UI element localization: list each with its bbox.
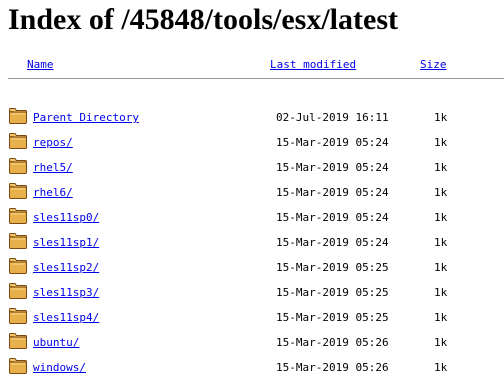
column-header-last-modified[interactable]: Last modified <box>270 58 356 71</box>
last-modified: 15-Mar-2019 05:24 <box>276 161 389 174</box>
file-size: 1k <box>434 136 448 149</box>
directory-link[interactable]: sles11sp3/ <box>33 286 99 299</box>
folder-icon <box>8 157 28 175</box>
last-modified: 15-Mar-2019 05:25 <box>276 311 389 324</box>
file-size: 1k <box>434 236 448 249</box>
folder-icon <box>8 307 28 325</box>
page-title: Index of /45848/tools/esx/latest <box>8 3 398 36</box>
last-modified: 15-Mar-2019 05:25 <box>276 261 389 274</box>
header-divider <box>8 78 504 79</box>
file-size: 1k <box>434 286 448 299</box>
list-item: sles11sp2/ 15-Mar-2019 05:25 1k <box>0 257 504 277</box>
file-size: 1k <box>434 336 448 349</box>
directory-link[interactable]: Parent Directory <box>33 111 139 124</box>
last-modified: 15-Mar-2019 05:24 <box>276 211 389 224</box>
file-size: 1k <box>434 186 448 199</box>
list-item: rhel5/ 15-Mar-2019 05:24 1k <box>0 157 504 177</box>
folder-icon <box>8 132 28 150</box>
file-size: 1k <box>434 211 448 224</box>
file-size: 1k <box>434 311 448 324</box>
last-modified: 15-Mar-2019 05:26 <box>276 361 389 374</box>
list-item: repos/ 15-Mar-2019 05:24 1k <box>0 132 504 152</box>
column-header-name[interactable]: Name <box>27 58 54 71</box>
directory-link[interactable]: sles11sp2/ <box>33 261 99 274</box>
file-size: 1k <box>434 261 448 274</box>
folder-icon <box>8 107 28 125</box>
folder-icon <box>8 357 28 375</box>
list-item: windows/ 15-Mar-2019 05:26 1k <box>0 357 504 377</box>
folder-icon <box>8 232 28 250</box>
last-modified: 15-Mar-2019 05:24 <box>276 236 389 249</box>
directory-link[interactable]: sles11sp4/ <box>33 311 99 324</box>
list-item: rhel6/ 15-Mar-2019 05:24 1k <box>0 182 504 202</box>
directory-link[interactable]: sles11sp0/ <box>33 211 99 224</box>
folder-icon <box>8 257 28 275</box>
list-item: sles11sp0/ 15-Mar-2019 05:24 1k <box>0 207 504 227</box>
file-size: 1k <box>434 161 448 174</box>
last-modified: 15-Mar-2019 05:26 <box>276 336 389 349</box>
list-item: ubuntu/ 15-Mar-2019 05:26 1k <box>0 332 504 352</box>
column-header-size[interactable]: Size <box>420 58 447 71</box>
directory-link[interactable]: sles11sp1/ <box>33 236 99 249</box>
folder-icon <box>8 332 28 350</box>
folder-icon <box>8 207 28 225</box>
folder-icon <box>8 182 28 200</box>
list-item: sles11sp4/ 15-Mar-2019 05:25 1k <box>0 307 504 327</box>
directory-link[interactable]: rhel5/ <box>33 161 73 174</box>
directory-link[interactable]: repos/ <box>33 136 73 149</box>
last-modified: 15-Mar-2019 05:24 <box>276 186 389 199</box>
folder-icon <box>8 282 28 300</box>
last-modified: 15-Mar-2019 05:24 <box>276 136 389 149</box>
file-size: 1k <box>434 361 448 374</box>
last-modified: 15-Mar-2019 05:25 <box>276 286 389 299</box>
directory-link[interactable]: rhel6/ <box>33 186 73 199</box>
list-item: Parent Directory 02-Jul-2019 16:11 1k <box>0 107 504 127</box>
directory-link[interactable]: windows/ <box>33 361 86 374</box>
list-item: sles11sp1/ 15-Mar-2019 05:24 1k <box>0 232 504 252</box>
list-item: sles11sp3/ 15-Mar-2019 05:25 1k <box>0 282 504 302</box>
directory-link[interactable]: ubuntu/ <box>33 336 79 349</box>
last-modified: 02-Jul-2019 16:11 <box>276 111 389 124</box>
file-size: 1k <box>434 111 448 124</box>
